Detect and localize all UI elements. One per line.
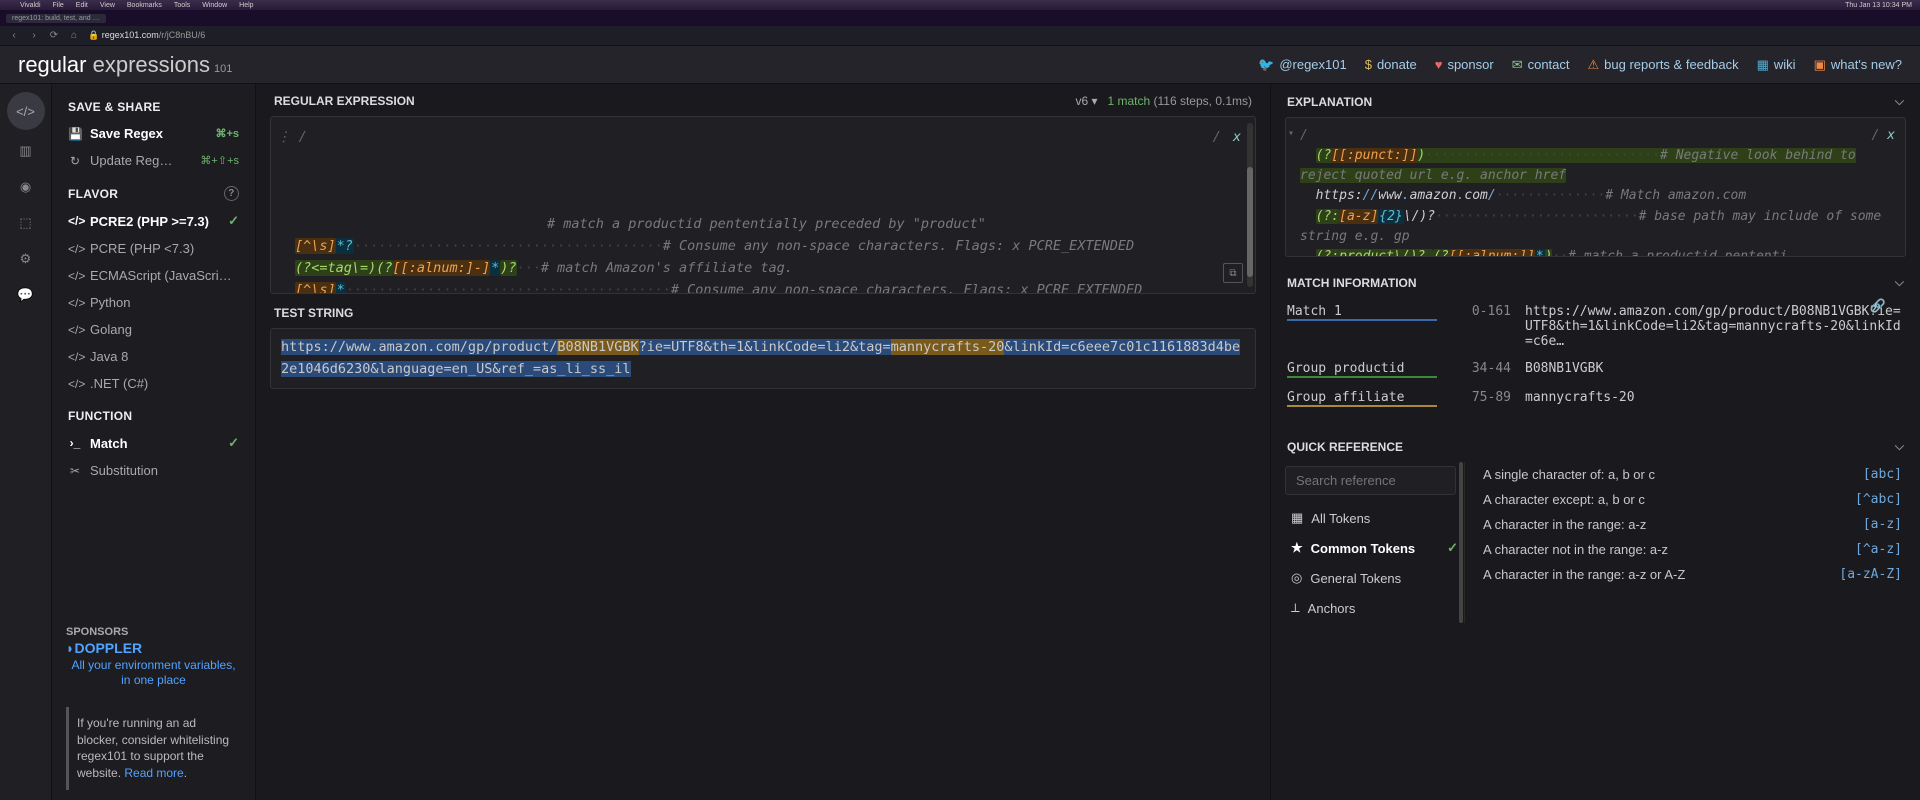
regex-title: REGULAR EXPRESSION	[274, 94, 415, 108]
copy-icon[interactable]: ⧉	[1223, 263, 1243, 283]
left-rail: </> ▥ ◉ ⬚ ⚙ 💬	[0, 84, 52, 800]
browser-tab[interactable]: regex101: build, test, and …	[6, 14, 106, 23]
save-regex[interactable]: 💾 Save Regex ⌘+s	[52, 120, 255, 147]
quickref-row[interactable]: A character except: a, b or c[^abc]	[1479, 487, 1906, 512]
rail-library-icon[interactable]: ▥	[11, 136, 41, 166]
forward-button[interactable]: ›	[28, 30, 40, 42]
collapse-icon[interactable]: ⌵	[1895, 439, 1904, 454]
test-string-title: TEST STRING	[256, 294, 1270, 328]
rail-settings-icon[interactable]: ⚙	[11, 244, 41, 274]
address-bar[interactable]: 🔒 regex101.com/r/jC8nBU/6	[88, 30, 205, 41]
quickref-category[interactable]: ◎General Tokens	[1285, 563, 1464, 593]
match-stats: 1 match (116 steps, 0.1ms)	[1107, 94, 1252, 108]
sponsors-box: SPONSORS ◗ DOPPLER All your environment …	[52, 618, 255, 697]
right-column: EXPLANATION ⌵ ▾ / x / (?[[:punct:]])·····…	[1270, 84, 1920, 800]
rail-chat-icon[interactable]: 💬	[11, 280, 41, 310]
flavor-header: FLAVOR ?	[52, 180, 255, 207]
flavor-java[interactable]: </>Java 8	[52, 343, 255, 370]
center-column: REGULAR EXPRESSION v6 ▾ 1 match (116 ste…	[256, 84, 1270, 800]
logo[interactable]: regular expressions101	[18, 52, 232, 78]
flavor-pcre[interactable]: </>PCRE (PHP <7.3)	[52, 235, 255, 262]
top-nav: 🐦@regex101 $donate ♥sponsor ✉contact ⚠bu…	[1258, 57, 1902, 73]
rail-quiz-icon[interactable]: ⬚	[11, 208, 41, 238]
info-icon[interactable]: ?	[224, 186, 239, 201]
nav-whatsnew[interactable]: ▣what's new?	[1814, 57, 1902, 73]
update-regex[interactable]: ↻ Update Reg… ⌘+⇧+s	[52, 147, 255, 174]
quickref-search-input[interactable]	[1285, 466, 1456, 495]
quickref-category[interactable]: ▦All Tokens	[1285, 503, 1464, 533]
match-info-row[interactable]: Group affiliate75-89mannycrafts-20	[1285, 384, 1906, 413]
flavor-pcre2[interactable]: </>PCRE2 (PHP >=7.3)✓	[52, 207, 255, 235]
function-match[interactable]: ›_Match✓	[52, 429, 255, 457]
quickref-row[interactable]: A character in the range: a-z or A-Z[a-z…	[1479, 562, 1906, 587]
explanation-panel: ▾ / x / (?[[:punct:]])··················…	[1285, 117, 1906, 257]
regex-input-box[interactable]: ⋮ / / x # match a productid pententially…	[270, 116, 1256, 294]
nav-donate[interactable]: $donate	[1365, 57, 1417, 73]
browser-toolbar: ‹ › ⟳ ⌂ 🔒 regex101.com/r/jC8nBU/6	[0, 26, 1920, 46]
quickref-category[interactable]: ⟂Anchors	[1285, 593, 1464, 623]
reload-button[interactable]: ⟳	[48, 30, 60, 42]
explanation-title: EXPLANATION	[1287, 95, 1372, 109]
update-icon: ↻	[68, 154, 82, 168]
flavor-python[interactable]: </>Python	[52, 289, 255, 316]
match-info-title: MATCH INFORMATION	[1287, 276, 1417, 290]
quickref-category[interactable]: ★Common Tokens✓	[1285, 533, 1464, 563]
nav-contact[interactable]: ✉contact	[1512, 57, 1570, 73]
save-icon: 💾	[68, 127, 82, 141]
sidebar: SAVE & SHARE 💾 Save Regex ⌘+s ↻ Update R…	[52, 84, 256, 800]
version-selector[interactable]: v6 ▾	[1075, 94, 1097, 108]
test-string-input[interactable]: https://www.amazon.com/gp/product/B08NB1…	[270, 328, 1256, 389]
nav-wiki[interactable]: ▦wiki	[1757, 57, 1796, 73]
flavor-js[interactable]: </>ECMAScript (JavaScri…	[52, 262, 255, 289]
nav-sponsor[interactable]: ♥sponsor	[1435, 57, 1494, 73]
match-info-panel: 🔗 Match 10-161https://www.amazon.com/gp/…	[1285, 298, 1906, 413]
collapse-icon[interactable]: ⌵	[1895, 94, 1904, 109]
flavor-dotnet[interactable]: </>.NET (C#)	[52, 370, 255, 397]
collapse-icon[interactable]: ⌵	[1895, 275, 1904, 290]
quickref-row[interactable]: A single character of: a, b or c[abc]	[1479, 462, 1906, 487]
save-share-header: SAVE & SHARE	[52, 94, 255, 120]
rail-regex-icon[interactable]: </>	[7, 92, 45, 130]
home-button[interactable]: ⌂	[68, 30, 80, 42]
function-header: FUNCTION	[52, 403, 255, 429]
browser-tab-strip[interactable]: regex101: build, test, and …	[0, 10, 1920, 26]
quickref-row[interactable]: A character not in the range: a-z[^a-z]	[1479, 537, 1906, 562]
back-button[interactable]: ‹	[8, 30, 20, 42]
rail-account-icon[interactable]: ◉	[11, 172, 41, 202]
adblock-notice: If you're running an ad blocker, conside…	[66, 707, 241, 790]
match-info-row[interactable]: Match 10-161https://www.amazon.com/gp/pr…	[1285, 298, 1906, 355]
nav-twitter[interactable]: 🐦@regex101	[1258, 57, 1347, 73]
app-header: regular expressions101 🐦@regex101 $donat…	[0, 46, 1920, 84]
quickref-row[interactable]: A character in the range: a-z[a-z]	[1479, 512, 1906, 537]
quickref-title: QUICK REFERENCE	[1287, 440, 1403, 454]
nav-bugs[interactable]: ⚠bug reports & feedback	[1588, 57, 1739, 73]
function-substitution[interactable]: ✂Substitution	[52, 457, 255, 484]
sponsor-doppler[interactable]: ◗ DOPPLER	[66, 640, 241, 656]
flavor-golang[interactable]: </>Golang	[52, 316, 255, 343]
macos-menubar: VivaldiFileEditViewBookmarksToolsWindowH…	[0, 0, 1920, 10]
quickref-panel: ▦All Tokens★Common Tokens✓◎General Token…	[1285, 462, 1906, 623]
export-icon[interactable]: 🔗	[1870, 298, 1886, 314]
match-info-row[interactable]: Group productid34-44B08NB1VGBK	[1285, 355, 1906, 384]
adblock-readmore[interactable]: Read more	[124, 766, 183, 780]
